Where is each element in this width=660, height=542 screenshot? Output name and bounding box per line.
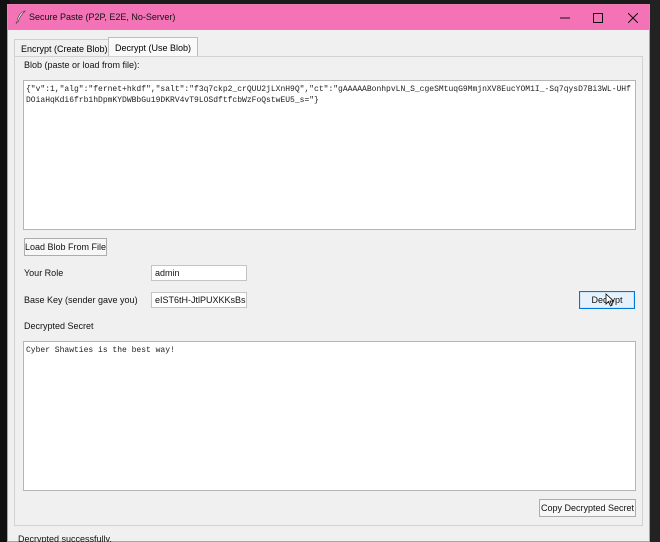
minimize-icon: [560, 17, 570, 18]
blob-label: Blob (paste or load from file):: [24, 60, 140, 70]
status-text: Decrypted successfully.: [18, 534, 112, 542]
close-button[interactable]: [617, 5, 649, 30]
base-key-input[interactable]: eIST6tH-JtlPUXKKsBsE: [151, 292, 247, 308]
window-title: Secure Paste (P2P, E2E, No-Server): [29, 12, 176, 22]
maximize-button[interactable]: [582, 5, 614, 30]
role-label: Your Role: [24, 268, 64, 278]
close-icon: [628, 12, 638, 23]
minimize-button[interactable]: [549, 5, 581, 30]
blob-textarea[interactable]: {"v":1,"alg":"fernet+hkdf","salt":"f3q7c…: [23, 80, 636, 230]
mouse-cursor-icon: [605, 293, 615, 307]
copy-secret-button[interactable]: Copy Decrypted Secret: [539, 499, 636, 517]
feather-icon: [15, 10, 27, 24]
base-key-label: Base Key (sender gave you): [24, 295, 138, 305]
decrypted-secret-textarea[interactable]: Cyber Shawties is the best way!: [23, 341, 636, 491]
tab-encrypt[interactable]: Encrypt (Create Blob): [14, 39, 115, 57]
decrypted-secret-label: Decrypted Secret: [24, 321, 94, 331]
tab-decrypt[interactable]: Decrypt (Use Blob): [108, 37, 199, 57]
title-bar[interactable]: Secure Paste (P2P, E2E, No-Server): [8, 5, 649, 30]
background-right-edge: [650, 0, 660, 542]
app-window: Secure Paste (P2P, E2E, No-Server) Encry…: [7, 4, 650, 542]
maximize-icon: [593, 12, 603, 23]
load-blob-button[interactable]: Load Blob From File: [24, 238, 107, 256]
role-input[interactable]: admin: [151, 265, 247, 281]
